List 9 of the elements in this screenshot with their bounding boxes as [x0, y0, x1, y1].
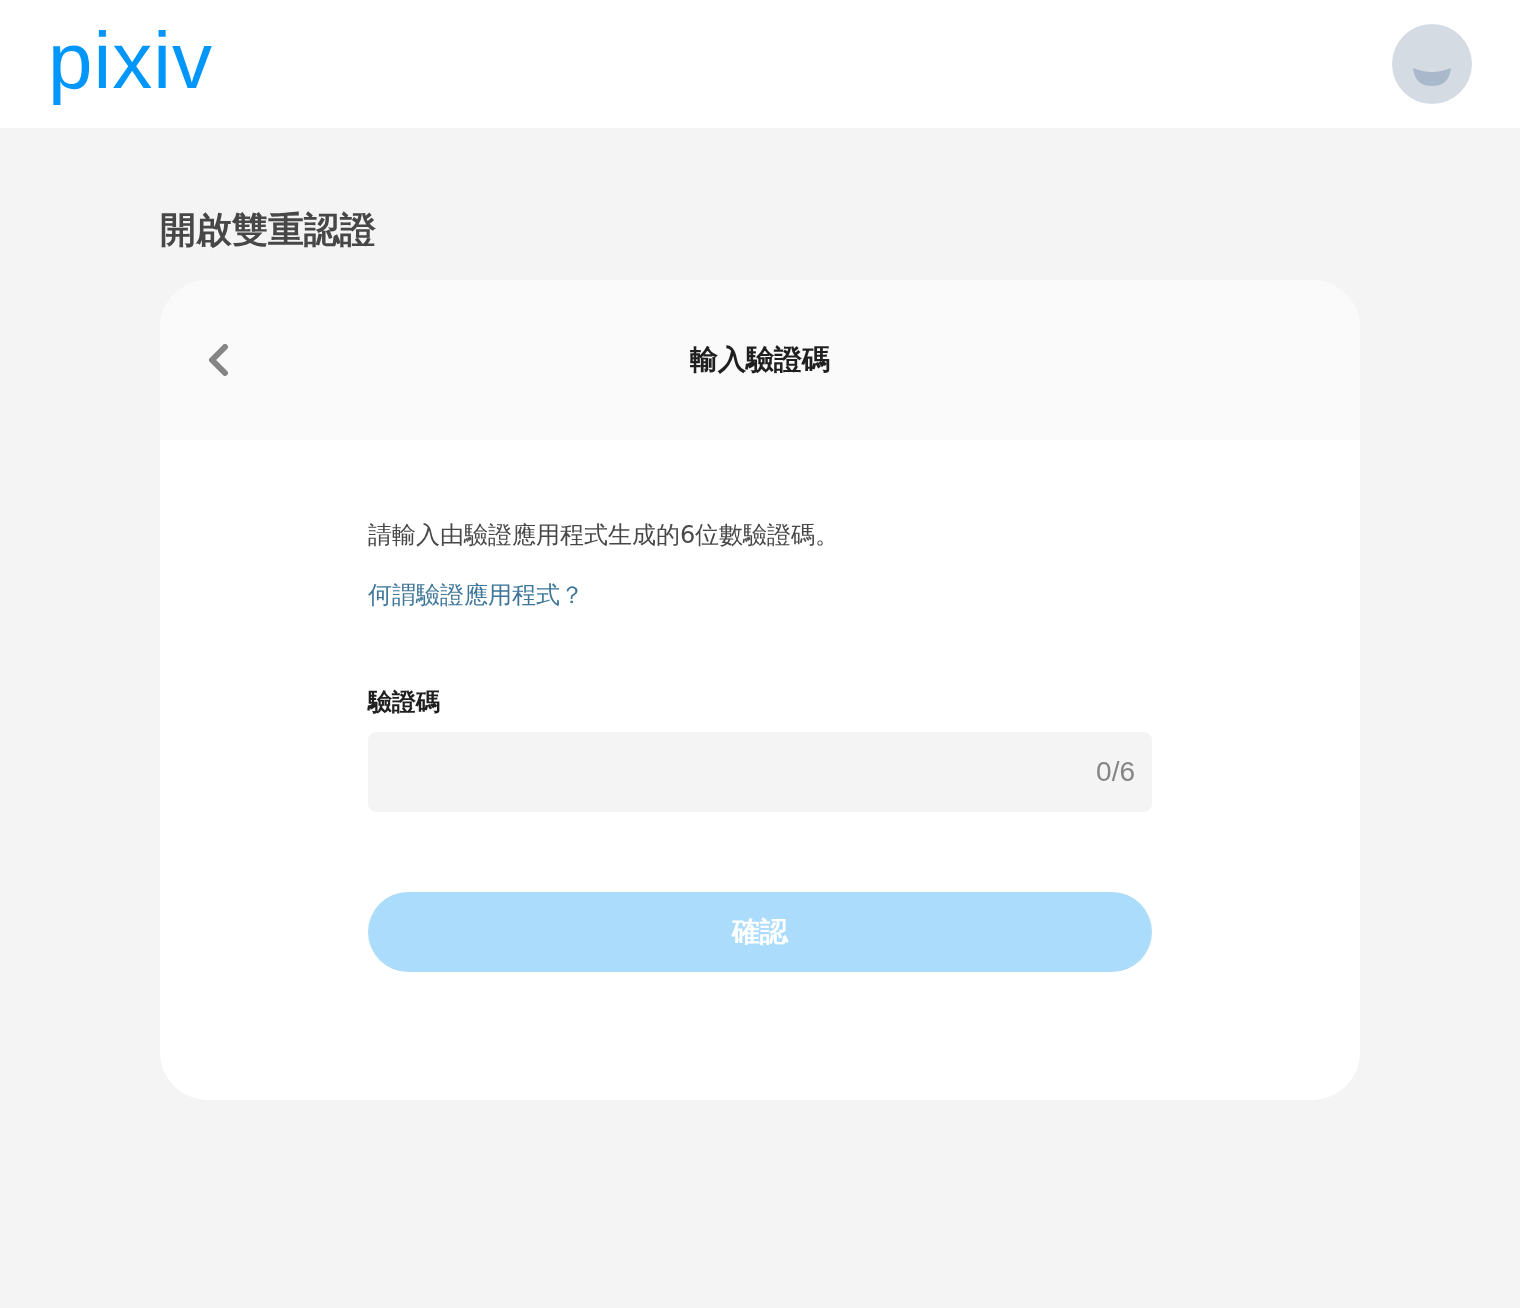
input-field[interactable]: 0/6 — [368, 732, 1152, 812]
page-title: 開啟雙重認證 — [160, 208, 377, 252]
avatar-icon[interactable] — [1392, 24, 1472, 104]
instruction-text: 請輸入由驗證應用程式生成的6位數驗證碼。 — [368, 520, 841, 551]
card-title: 輸入驗證碼 — [690, 342, 830, 378]
help-link[interactable]: 何謂驗證應用程式？ — [368, 577, 584, 613]
character-counter: 0/6 — [1096, 755, 1135, 789]
field-label: 驗證碼 — [368, 687, 440, 718]
chevron-left-icon — [206, 344, 230, 376]
